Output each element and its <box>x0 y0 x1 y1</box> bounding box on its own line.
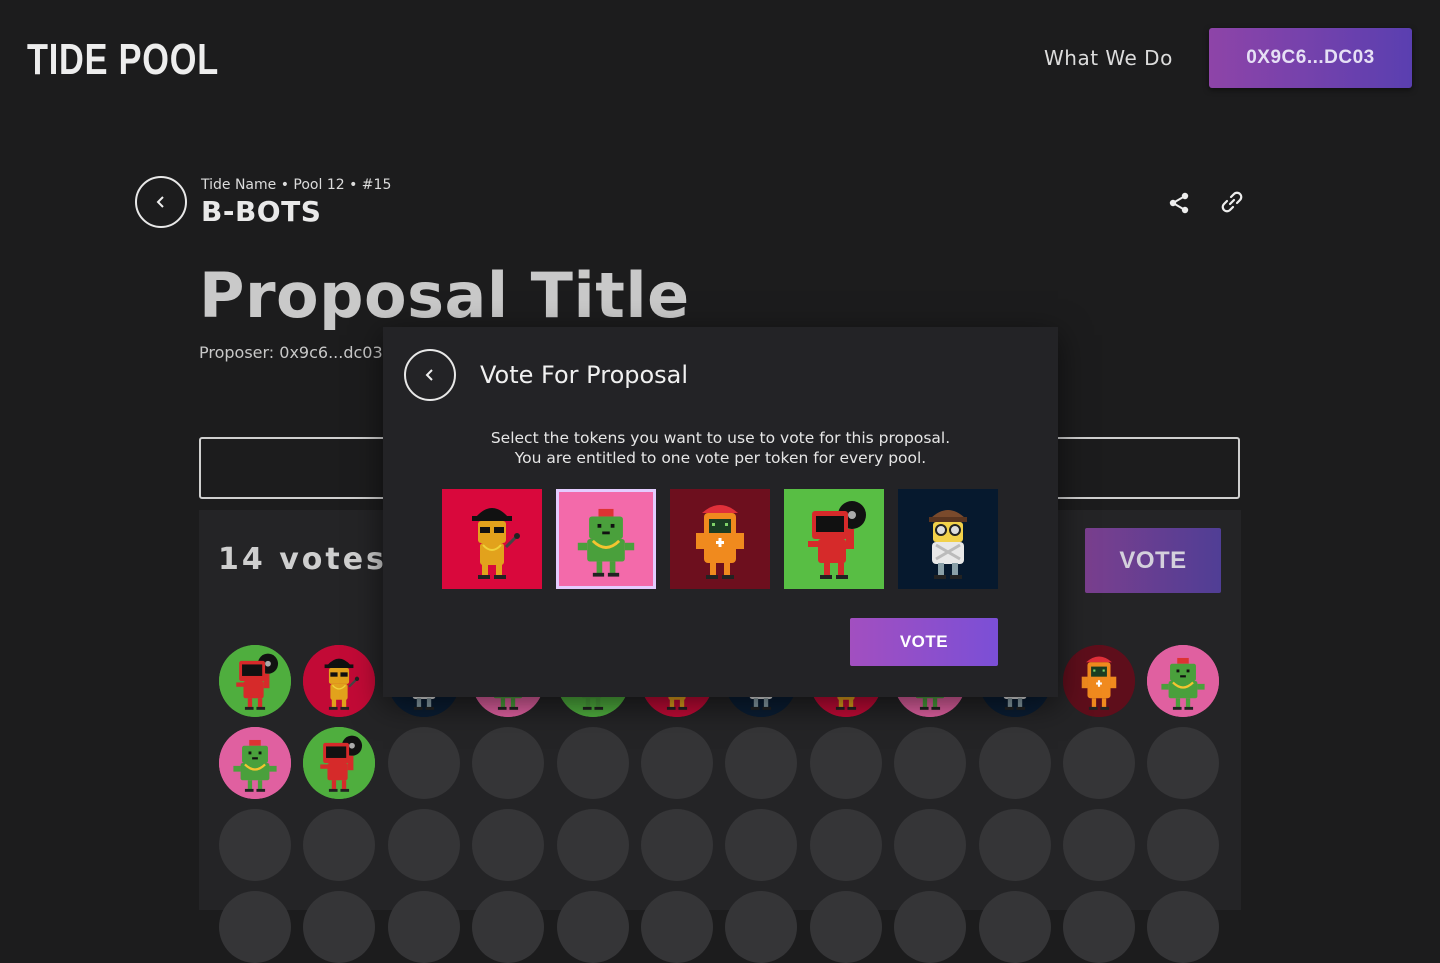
wallet-address-button[interactable]: 0X9C6...DC03 <box>1209 28 1412 88</box>
yellow-rapper-bot-image <box>303 645 376 717</box>
empty-avatar-slot <box>1063 891 1135 963</box>
modal-back-button[interactable] <box>404 349 456 401</box>
red-vinyl-bot-image <box>303 727 376 799</box>
token-option[interactable] <box>442 489 542 589</box>
token-option[interactable] <box>670 489 770 589</box>
share-icon[interactable] <box>1166 190 1192 216</box>
empty-avatar-slot <box>556 891 629 963</box>
yellow-rapper-bot-image <box>442 489 542 589</box>
green-chain-bot-image <box>219 727 291 799</box>
modal-title: Vote For Proposal <box>480 361 689 389</box>
modal-vote-button[interactable]: VOTE <box>850 618 998 666</box>
empty-avatar-slot <box>219 891 291 963</box>
empty-avatar-slot <box>894 891 967 963</box>
voter-avatar[interactable] <box>219 727 291 799</box>
token-option[interactable] <box>556 489 656 589</box>
breadcrumb: Tide Name • Pool 12 • #15 <box>201 177 392 193</box>
token-selector <box>442 489 1002 589</box>
green-chain-bot-image <box>559 492 653 586</box>
empty-avatar-slot <box>556 727 629 799</box>
empty-avatar-slot <box>894 809 967 881</box>
modal-description-line: You are entitled to one vote per token f… <box>514 449 927 467</box>
empty-avatar-slot <box>641 727 713 799</box>
white-beanie-bot-image <box>898 489 998 589</box>
empty-avatar-slot <box>387 891 460 963</box>
empty-avatar-slot <box>978 809 1051 881</box>
empty-avatar-slot <box>1063 809 1135 881</box>
empty-avatar-slot <box>809 891 882 963</box>
empty-avatar-slot <box>641 891 713 963</box>
nav-what-we-do[interactable]: What We Do <box>1044 44 1173 72</box>
voter-avatar[interactable] <box>1063 645 1135 717</box>
empty-avatar-slot <box>809 727 882 799</box>
proposal-title: Proposal Title <box>199 259 690 332</box>
empty-avatar-slot <box>725 727 798 799</box>
token-option[interactable] <box>898 489 998 589</box>
proposer-address: Proposer: 0x9c6...dc03 <box>199 343 383 362</box>
empty-avatar-slot <box>303 891 376 963</box>
orange-gameboy-bot-image <box>670 489 770 589</box>
empty-avatar-slot <box>894 727 967 799</box>
green-chain-bot-image <box>1147 645 1220 717</box>
empty-avatar-slot <box>387 809 460 881</box>
tide-pool-logo[interactable]: TIDE POOL <box>27 34 219 86</box>
chevron-left-icon <box>156 196 164 208</box>
empty-avatar-slot <box>809 809 882 881</box>
empty-avatar-slot <box>641 809 713 881</box>
voter-avatar[interactable] <box>219 645 291 717</box>
vote-button[interactable]: VOTE <box>1085 528 1221 593</box>
vote-modal: Vote For Proposal Select the tokens you … <box>383 327 1058 697</box>
link-icon[interactable] <box>1218 188 1246 216</box>
empty-avatar-slot <box>219 809 291 881</box>
empty-avatar-slot <box>725 891 798 963</box>
empty-avatar-slot <box>725 809 798 881</box>
pool-name: B-BOTS <box>201 195 322 228</box>
empty-avatar-slot <box>387 727 460 799</box>
empty-avatar-slot <box>978 727 1051 799</box>
orange-gameboy-bot-image <box>1063 645 1135 717</box>
votes-count: 14 votes <box>218 542 387 577</box>
back-button[interactable] <box>135 176 187 228</box>
empty-avatar-slot <box>472 809 545 881</box>
modal-description-line: Select the tokens you want to use to vot… <box>490 429 951 447</box>
empty-avatar-slot <box>472 891 545 963</box>
token-option[interactable] <box>784 489 884 589</box>
empty-avatar-slot <box>1147 809 1220 881</box>
empty-avatar-slot <box>978 891 1051 963</box>
red-vinyl-bot-image <box>219 645 291 717</box>
modal-description: Select the tokens you want to use to vot… <box>383 428 1058 468</box>
empty-avatar-slot <box>303 809 376 881</box>
chevron-left-icon <box>425 369 433 381</box>
empty-avatar-slot <box>1063 727 1135 799</box>
empty-avatar-slot <box>472 727 545 799</box>
voter-avatar[interactable] <box>303 645 376 717</box>
empty-avatar-slot <box>1147 891 1220 963</box>
voter-avatar[interactable] <box>1147 645 1220 717</box>
empty-avatar-slot <box>556 809 629 881</box>
voter-avatar[interactable] <box>303 727 376 799</box>
red-vinyl-bot-image <box>784 489 884 589</box>
empty-avatar-slot <box>1147 727 1220 799</box>
